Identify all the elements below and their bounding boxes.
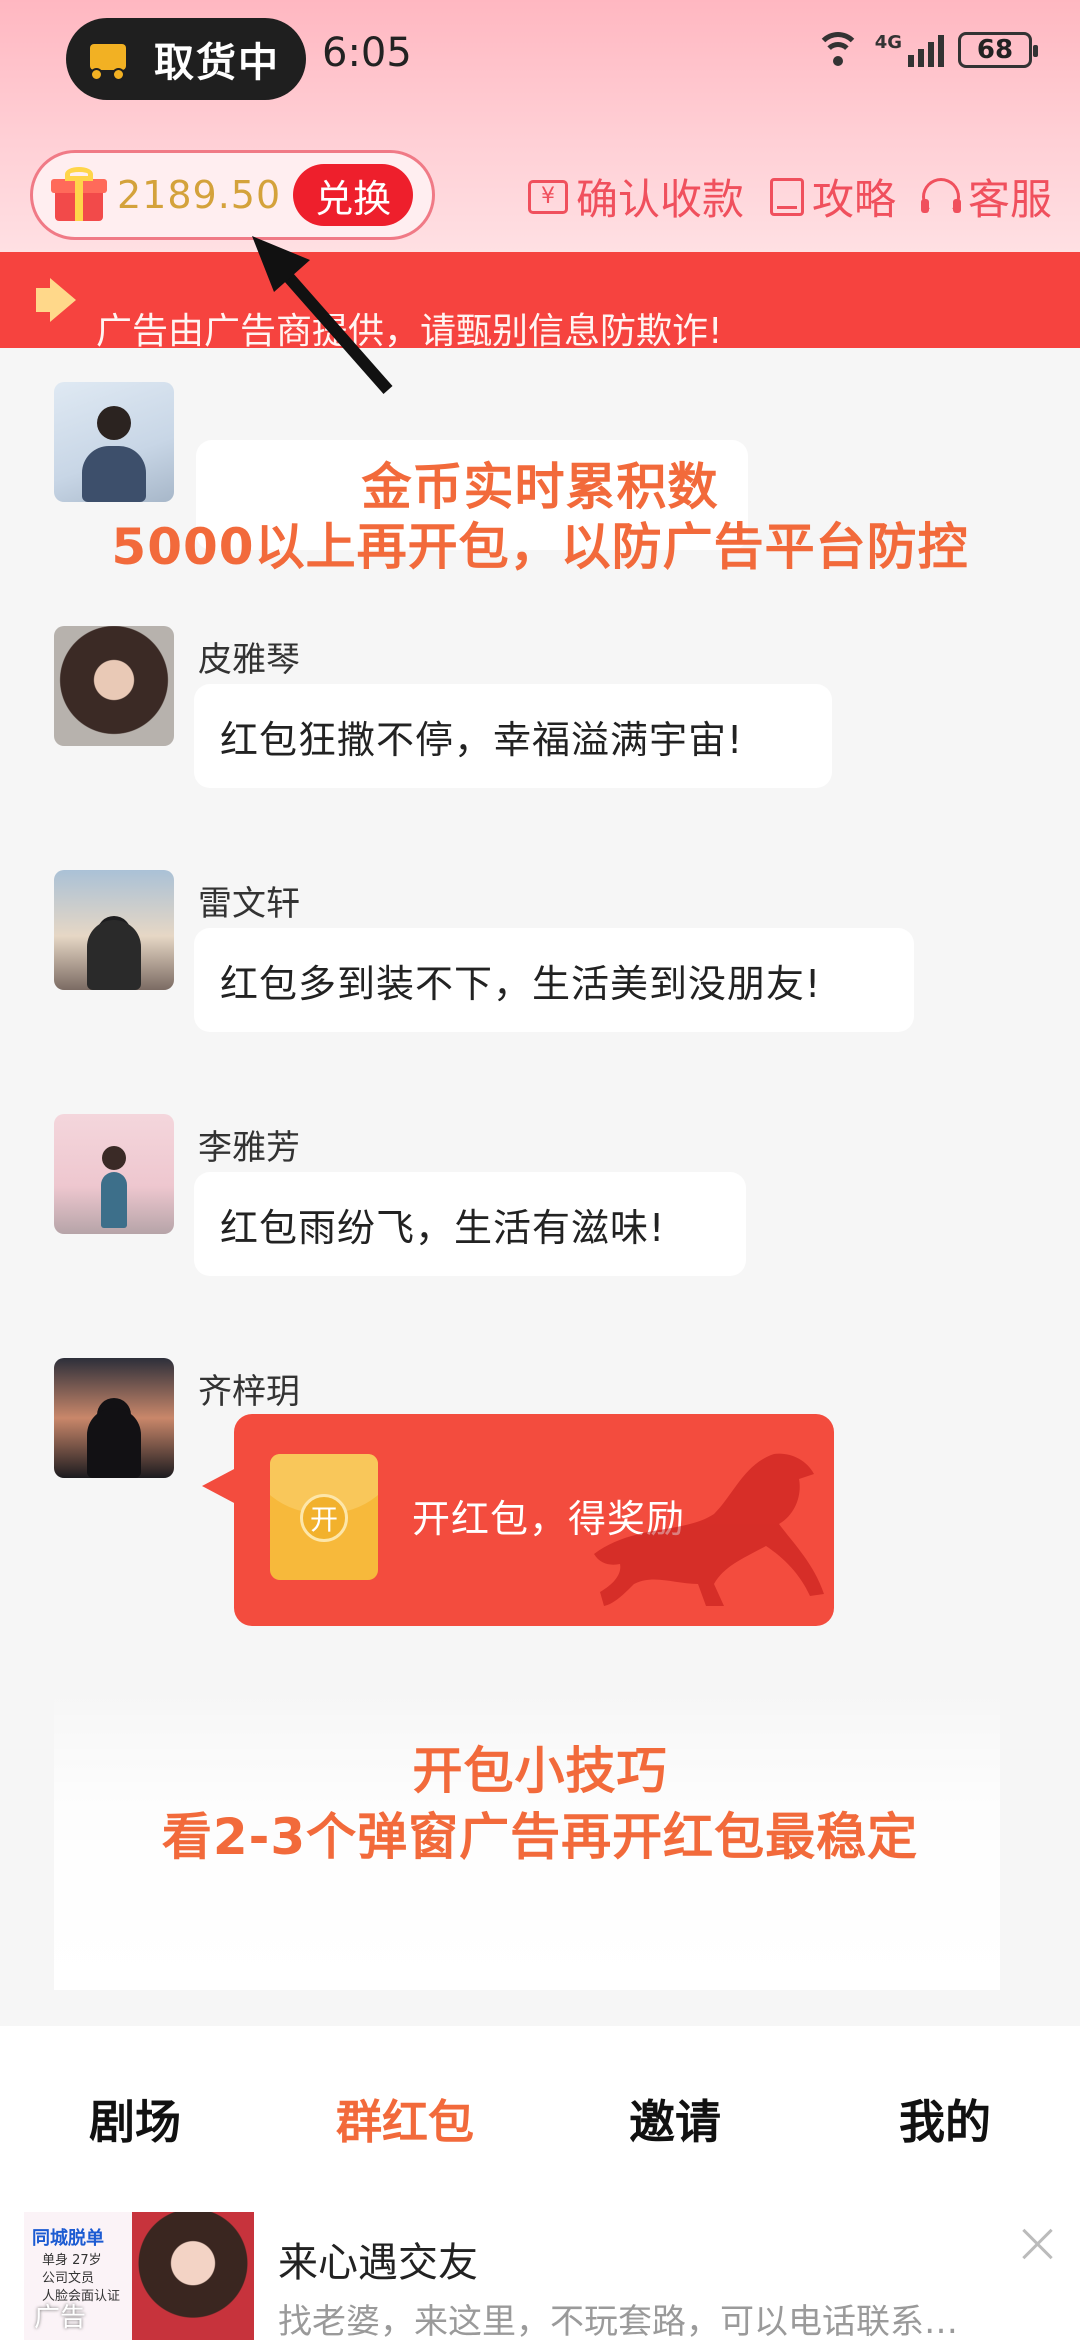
avatar[interactable] [54,1114,174,1234]
guide-link[interactable]: 攻略 [769,166,896,227]
avatar[interactable] [54,870,174,990]
nav-invite[interactable]: 邀请 [565,2086,785,2152]
speaker-icon [36,274,90,324]
system-icons: 4G 68 [814,32,1038,68]
packet-tail [202,1468,236,1504]
nav-group-red-packet[interactable]: 群红包 [295,2086,515,2152]
message-bubble: 红包雨纷飞，生活有滋味! [194,1172,746,1276]
notice-bar: 广告由广告商提供，请甄别信息防欺诈! [0,252,1080,348]
avatar[interactable] [54,626,174,746]
annotation-line-2: 5000以上再开包，以防广告平台防控 [111,518,969,576]
bottom-nav: 剧场 群红包 邀请 我的 [0,2026,1080,2212]
coin-balance-box: 2189.50 兑换 [30,150,435,240]
delivery-status-pill[interactable]: 取货中 [66,18,306,100]
horse-icon [594,1453,824,1606]
sender-name: 雷文轩 [198,884,300,924]
customer-service-link[interactable]: 客服 [920,166,1052,227]
gift-icon [51,167,107,223]
close-icon[interactable] [1018,2224,1058,2264]
coin-balance: 2189.50 [117,173,282,217]
network-label: 4G [874,32,902,53]
tip-title: 开包小技巧 [412,1742,668,1800]
nav-theater[interactable]: 剧场 [25,2086,245,2152]
sender-name: 李雅芳 [198,1128,300,1168]
tip-text: 看2-3个弹窗广告再开红包最稳定 [161,1808,919,1866]
sender-name: 皮雅琴 [198,640,300,680]
wifi-icon [814,32,861,68]
sender-name: 齐梓玥 [198,1372,300,1412]
ad-label: 广告 [34,2303,87,2333]
signal-icon [908,33,944,67]
truck-icon [84,36,136,82]
annotation-line-1: 金币实时累积数 [361,458,719,516]
battery-icon: 68 [958,32,1038,68]
ad-thumbnail[interactable]: 同城脱单 单身 27岁 公司文员 人脸会面认证 广告 [24,2212,254,2340]
nav-mine[interactable]: 我的 [835,2086,1055,2152]
pill-label: 取货中 [154,40,280,86]
book-icon [769,177,804,216]
ad-thumb-tag: 同城脱单 [32,2228,104,2249]
open-icon: 开 [300,1494,348,1542]
headset-icon [920,177,961,216]
exchange-button[interactable]: 兑换 [293,164,414,226]
message-bubble: 红包多到装不下，生活美到没朋友! [194,928,914,1032]
red-packet-message[interactable]: 开 开红包，得奖励 [234,1414,834,1626]
ad-banner[interactable]: 同城脱单 单身 27岁 公司文员 人脸会面认证 广告 来心遇交友 找老婆，来这里… [0,2200,1080,2340]
avatar[interactable] [54,1358,174,1478]
top-links: ¥ 确认收款 攻略 客服 [527,166,1052,227]
ad-subtitle: 找老婆，来这里，不玩套路，可以电话联系… [278,2302,958,2340]
message-bubble: 红包狂撒不停，幸福溢满宇宙! [194,684,832,788]
ad-title[interactable]: 来心遇交友 [278,2230,478,2288]
clock: 6:05 [322,30,412,76]
red-envelope-icon: 开 [270,1454,378,1580]
arrow-annotation-icon [252,236,393,394]
yen-icon: ¥ [527,179,568,214]
confirm-payment-link[interactable]: ¥ 确认收款 [527,166,744,227]
